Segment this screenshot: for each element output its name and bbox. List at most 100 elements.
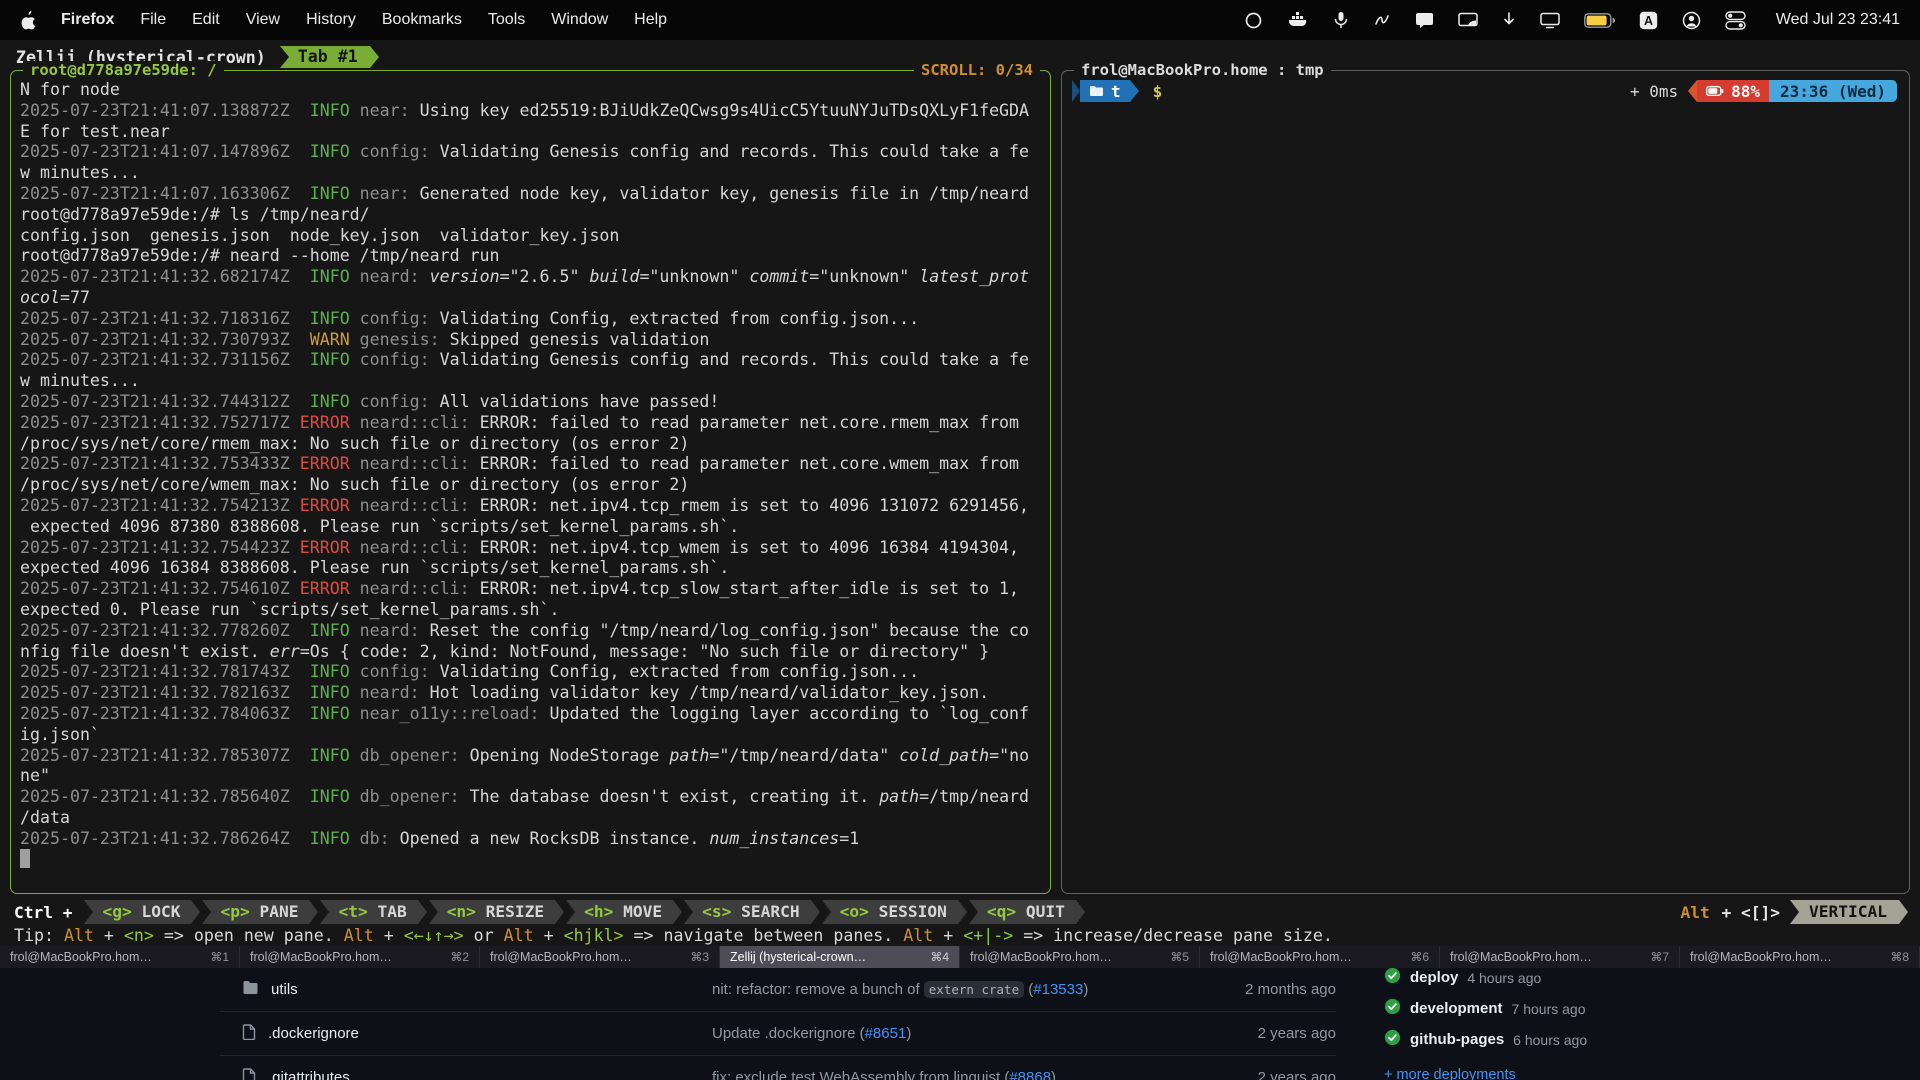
hint-label: LOCK [132, 902, 181, 921]
display-icon[interactable] [1540, 12, 1560, 29]
browser-tab[interactable]: frol@MacBookPro.hom…⌘6 [1200, 946, 1440, 968]
microphone-icon[interactable] [1333, 11, 1349, 30]
zellij-window: Zellij (hysterical-crown) Tab #1 root@d7… [10, 44, 1910, 946]
status-hint-search: <s> SEARCH [684, 900, 810, 924]
menu-item-window[interactable]: Window [551, 11, 608, 29]
prompt-arrow [1072, 80, 1080, 102]
screen-mirroring-icon[interactable] [1458, 12, 1478, 28]
menu-app-name[interactable]: Firefox [61, 11, 114, 29]
arrow-down-icon[interactable] [1502, 11, 1516, 29]
hint-key: <n> [447, 902, 476, 921]
terminal-line: 2025-07-23T21:41:07.138872Z INFO near: U… [20, 101, 1046, 122]
hint-label: RESIZE [476, 902, 544, 921]
status-right: Alt + <[]> VERTICAL [1681, 900, 1910, 924]
control-center-icon[interactable] [1725, 11, 1746, 30]
terminal-pane-left[interactable]: root@d778a97e59de: / SCROLL: 0/34 N for … [10, 70, 1051, 894]
file-name-link[interactable]: utils [271, 981, 298, 998]
battery-icon[interactable] [1584, 13, 1615, 28]
browser-tab[interactable]: frol@MacBookPro.hom…⌘8 [1680, 946, 1920, 968]
status-hint-lock: <g> LOCK [84, 900, 191, 924]
file-name-link[interactable]: .gitattributes [268, 1069, 350, 1080]
prompt-arrow [1688, 80, 1697, 102]
zellij-tab-1[interactable]: Tab #1 [280, 46, 370, 68]
chat-icon[interactable] [1415, 11, 1434, 29]
tab-title: frol@MacBookPro.hom… [1690, 950, 1882, 964]
status-prefix: Ctrl + [14, 903, 72, 922]
issue-link[interactable]: #8868 [1009, 1069, 1051, 1080]
scribble-icon[interactable] [1373, 11, 1391, 29]
pane-title-right: frol@MacBookPro.home : tmp [1074, 61, 1331, 80]
terminal-line: 2025-07-23T21:41:32.744312Z INFO config:… [20, 392, 1046, 413]
terminal-line: nfig file doesn't exist. err=Os { code: … [20, 642, 1046, 663]
browser-tab[interactable]: Zellij (hysterical-crown…⌘4 [720, 946, 960, 968]
tab-title: frol@MacBookPro.hom… [10, 950, 202, 964]
hint-key: <p> [220, 902, 249, 921]
status-hint-tab: <t> TAB [320, 900, 417, 924]
terminal-line [20, 849, 1046, 870]
browser-tab[interactable]: frol@MacBookPro.hom…⌘1 [0, 946, 240, 968]
terminal-pane-right[interactable]: frol@MacBookPro.home : tmp t $ + 0ms [1061, 70, 1910, 894]
deployment-item[interactable]: development7 hours ago [1384, 993, 1814, 1024]
deployment-item[interactable]: github-pages6 hours ago [1384, 1024, 1814, 1055]
menu-item-edit[interactable]: Edit [192, 11, 220, 29]
terminal-line: 2025-07-23T21:41:32.754423Z ERROR neard:… [20, 538, 1046, 559]
terminal-line: config.json genesis.json node_key.json v… [20, 226, 1046, 247]
tab-shortcut: ⌘6 [1410, 950, 1429, 964]
terminal-line: 2025-07-23T21:41:07.163306Z INFO near: G… [20, 184, 1046, 205]
status-swap-keys: + <[]> [1712, 903, 1780, 922]
prompt-right-segments: + 0ms 88% 23:36 (Wed) [1630, 80, 1897, 102]
terminal-line: expected 4096 16384 8388608. Please run … [20, 558, 1046, 579]
menu-item-bookmarks[interactable]: Bookmarks [382, 11, 462, 29]
account-icon[interactable] [1682, 11, 1701, 30]
browser-tab[interactable]: frol@MacBookPro.hom…⌘5 [960, 946, 1200, 968]
apple-logo-icon[interactable] [20, 10, 37, 30]
file-row[interactable]: .dockerignoreUpdate .dockerignore (#8651… [220, 1012, 1336, 1056]
battery-percent: 88% [1731, 82, 1760, 101]
screen-recording-icon[interactable] [1244, 11, 1263, 30]
folder-icon [1089, 85, 1104, 97]
terminal-line: 2025-07-23T21:41:32.785640Z INFO db_open… [20, 787, 1046, 808]
terminal-line: 2025-07-23T21:41:32.752717Z ERROR neard:… [20, 413, 1046, 434]
deployment-check-icon [1384, 968, 1401, 988]
commit-message: nit: refactor: remove a bunch of extern … [540, 981, 1186, 998]
issue-link[interactable]: #13533 [1033, 981, 1083, 998]
tab-title: frol@MacBookPro.hom… [1450, 950, 1642, 964]
input-source-icon[interactable]: A [1639, 11, 1658, 30]
menu-item-file[interactable]: File [140, 11, 166, 29]
terminal-line: 2025-07-23T21:41:32.753433Z ERROR neard:… [20, 454, 1046, 475]
terminal-line: ig.json` [20, 725, 1046, 746]
menu-item-history[interactable]: History [306, 11, 356, 29]
hint-key: <s> [702, 902, 731, 921]
hint-label: SEARCH [731, 902, 799, 921]
tab-shortcut: ⌘3 [690, 950, 709, 964]
terminal-line: 2025-07-23T21:41:32.781743Z INFO config:… [20, 662, 1046, 683]
file-name-link[interactable]: .dockerignore [268, 1025, 359, 1042]
file-icon [242, 1068, 256, 1080]
menu-item-tools[interactable]: Tools [488, 11, 525, 29]
hint-label: SESSION [869, 902, 947, 921]
file-name-cell: .gitattributes [220, 1068, 540, 1080]
terminal-line: 2025-07-23T21:41:32.682174Z INFO neard: … [20, 267, 1046, 288]
browser-tab[interactable]: frol@MacBookPro.hom…⌘7 [1440, 946, 1680, 968]
prompt-folder-segment: t [1080, 80, 1130, 102]
prompt-symbol: $ [1153, 82, 1163, 101]
hint-key: <q> [987, 902, 1016, 921]
github-page: utils nit: refactor: remove a bunch of ex… [0, 968, 1920, 1080]
deployment-item[interactable]: deploy4 hours ago [1384, 968, 1814, 993]
deployment-check-icon [1384, 1029, 1401, 1050]
status-hint-resize: <n> RESIZE [429, 900, 555, 924]
menu-item-view[interactable]: View [246, 11, 280, 29]
terminal-line: 2025-07-23T21:41:32.778260Z INFO neard: … [20, 621, 1046, 642]
macos-menu-bar: Firefox File Edit View History Bookmarks Tool… [0, 0, 1920, 40]
menu-bar-clock[interactable]: Wed Jul 23 23:41 [1776, 11, 1900, 29]
prompt-arrow [1130, 80, 1139, 102]
file-row[interactable]: .gitattributesfix: exclude test WebAssem… [220, 1056, 1336, 1080]
menu-item-help[interactable]: Help [634, 11, 667, 29]
docker-icon[interactable] [1287, 11, 1309, 29]
browser-tab[interactable]: frol@MacBookPro.hom…⌘2 [240, 946, 480, 968]
terminal-line: root@d778a97e59de:/# neard --home /tmp/n… [20, 246, 1046, 267]
browser-tab[interactable]: frol@MacBookPro.hom…⌘3 [480, 946, 720, 968]
file-row[interactable]: utils nit: refactor: remove a bunch of ex… [220, 968, 1336, 1012]
more-deployments-link[interactable]: + more deployments [1384, 1067, 1516, 1080]
issue-link[interactable]: #8651 [865, 1025, 907, 1042]
